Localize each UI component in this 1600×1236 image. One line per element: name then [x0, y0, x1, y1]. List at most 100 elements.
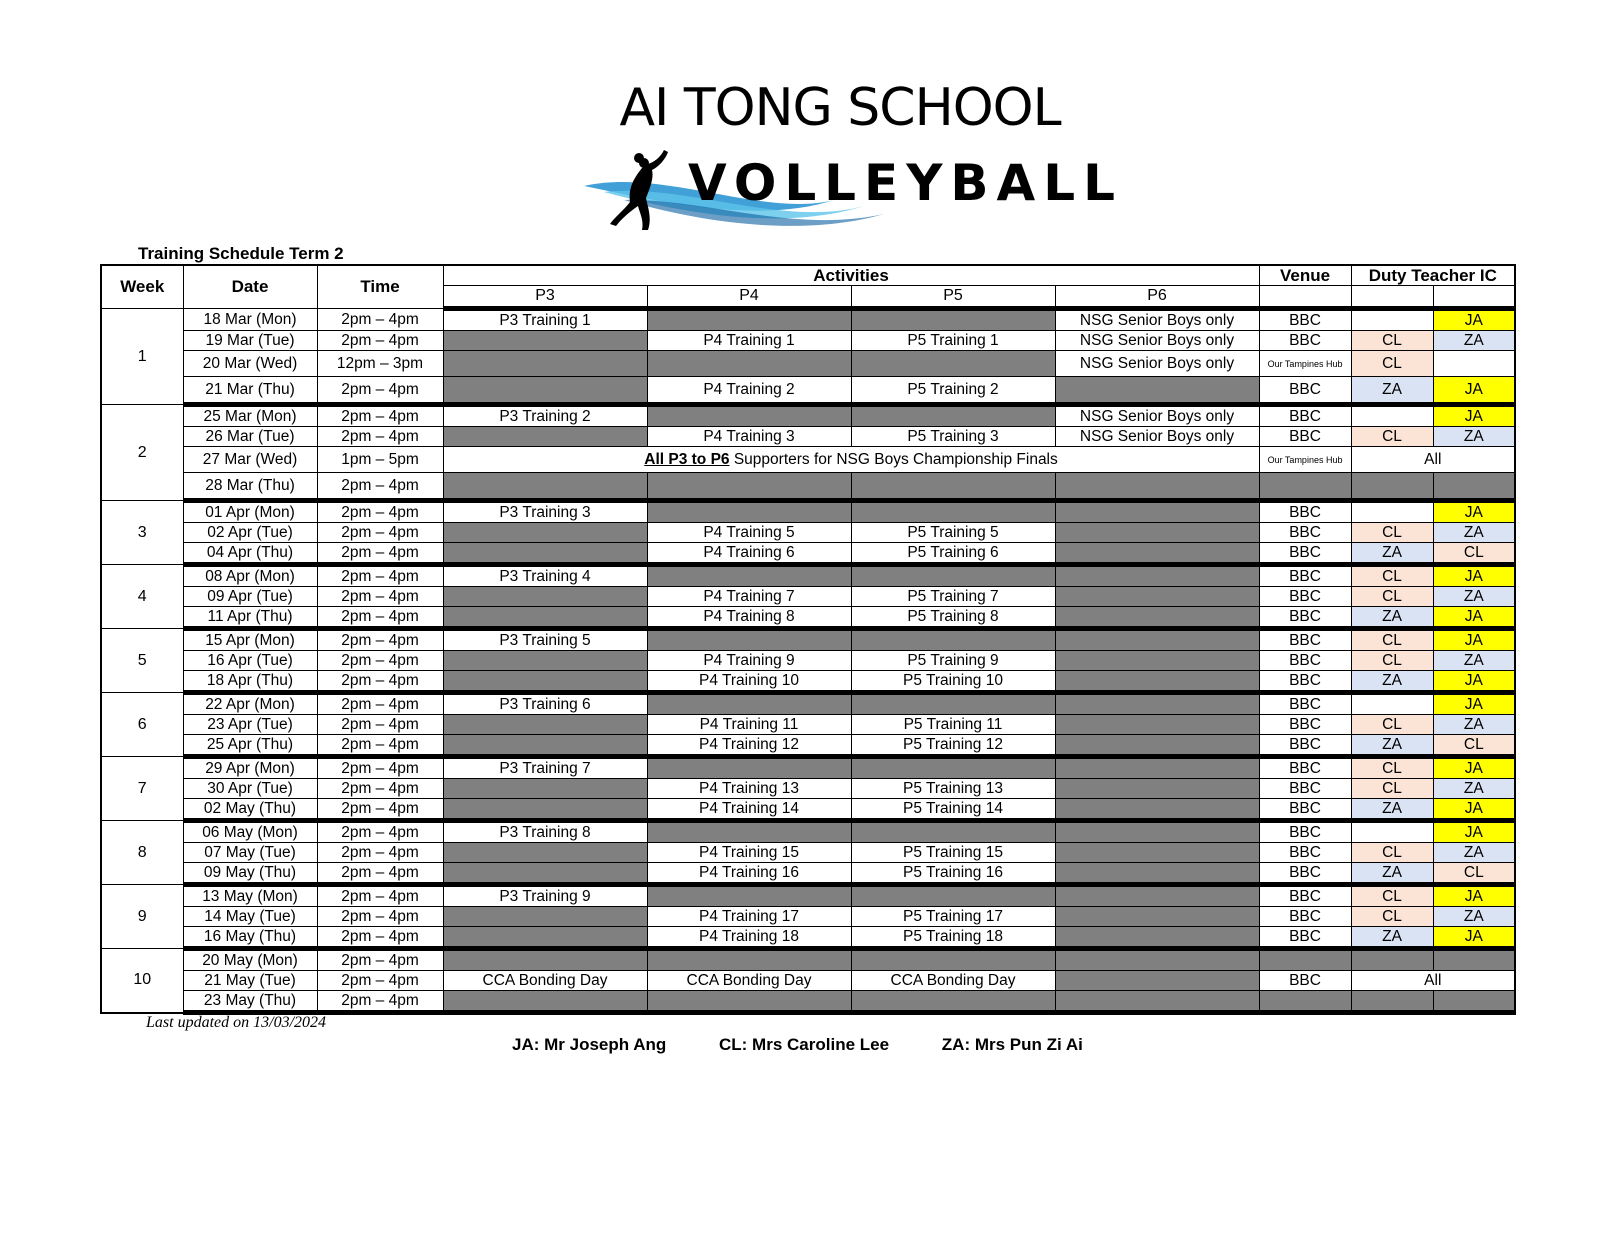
table-row: 4 08 Apr (Mon) 2pm – 4pm P3 Training 4 BBC CL… [100, 564, 1516, 629]
venue-cell: BBC [1258, 628, 1352, 651]
time-cell: 2pm – 4pm [316, 308, 444, 331]
p4-activity: P4 Training 7 [646, 586, 852, 607]
time-cell: 2pm – 4pm [316, 542, 444, 567]
date-cell: 18 Apr (Thu) [182, 670, 318, 695]
table-row: 9 13 May (Mon) 2pm – 4pm P3 Training 9 BBC CL… [100, 884, 1516, 949]
venue-cell: BBC [1258, 926, 1352, 951]
duty-teacher-cell [1350, 308, 1434, 331]
duty-teacher-cell: CL [1432, 734, 1516, 759]
date-cell: 11 Apr (Thu) [182, 606, 318, 631]
p4-activity: P4 Training 17 [646, 906, 852, 927]
p6-activity [1054, 820, 1260, 843]
duty-teacher-cell: ZA [1432, 330, 1516, 351]
time-cell: 2pm – 4pm [316, 970, 444, 991]
duty-teacher-cell: ZA [1350, 926, 1434, 951]
p6-activity [1054, 842, 1260, 863]
logo-text: VOLLEYBALL [688, 154, 1123, 212]
week-number: 3 [100, 500, 184, 565]
p5-activity [850, 564, 1056, 587]
duty-teacher-cell: ZA [1350, 670, 1434, 695]
duty-teacher-cell: ZA [1350, 606, 1434, 631]
teacher-legend: JA: Mr Joseph Ang CL: Mrs Caroline Lee Z… [512, 1035, 1131, 1055]
p6-activity [1054, 714, 1260, 735]
p3-activity [442, 862, 648, 887]
p5-activity: P5 Training 5 [850, 522, 1056, 543]
duty-teacher-cell: ZA [1432, 586, 1516, 607]
duty-teacher-cell: JA [1432, 820, 1516, 843]
school-title: AI TONG SCHOOL [619, 78, 1061, 138]
p3-activity: P3 Training 8 [442, 820, 648, 843]
week-number: 5 [100, 628, 184, 693]
duty-teacher-cell: CL [1350, 330, 1434, 351]
table-row: 6 22 Apr (Mon) 2pm – 4pm P3 Training 6 BBC JA [100, 692, 1516, 757]
table-row: 07 May (Tue) 2pm – 4pm P4 Training 15 P5 Tr… [101, 842, 1516, 863]
week-number: 2 [100, 404, 184, 501]
p5-activity: CCA Bonding Day [850, 970, 1056, 991]
p3-activity [442, 798, 648, 823]
duty-all-cell: All [1350, 970, 1516, 991]
p4-activity [646, 948, 852, 971]
p4-activity: P4 Training 10 [646, 670, 852, 695]
time-cell: 2pm – 4pm [316, 522, 444, 543]
date-cell: 01 Apr (Mon) [182, 500, 318, 523]
date-cell: 15 Apr (Mon) [182, 628, 318, 651]
date-cell: 16 Apr (Tue) [182, 650, 318, 671]
date-cell: 19 Mar (Tue) [182, 330, 318, 351]
duty-teacher-cell: JA [1432, 628, 1516, 651]
p3-activity: P3 Training 5 [442, 628, 648, 651]
p3-activity [442, 376, 648, 407]
venue-cell [1258, 990, 1352, 1015]
table-row: 16 May (Thu) 2pm – 4pm P4 Training 18 P5 Tr… [101, 926, 1516, 951]
date-cell: 25 Mar (Mon) [182, 404, 318, 427]
duty-teacher-cell: JA [1432, 670, 1516, 695]
p3-activity [442, 842, 648, 863]
time-cell: 2pm – 4pm [316, 926, 444, 951]
venue-cell: BBC [1258, 734, 1352, 759]
date-cell: 13 May (Mon) [182, 884, 318, 907]
p5-activity [850, 350, 1056, 377]
p4-activity: P4 Training 12 [646, 734, 852, 759]
duty-teacher-cell: JA [1432, 500, 1516, 523]
week-number: 9 [100, 884, 184, 949]
p6-activity [1054, 970, 1260, 991]
venue-cell: BBC [1258, 714, 1352, 735]
venue-cell [1258, 472, 1352, 503]
duty-teacher-cell: CL [1432, 542, 1516, 567]
duty-teacher-cell: JA [1432, 606, 1516, 631]
duty-teacher-cell [1350, 472, 1434, 503]
duty-teacher-cell: ZA [1432, 842, 1516, 863]
duty-teacher-cell: JA [1432, 756, 1516, 779]
p6-activity: NSG Senior Boys only [1054, 426, 1260, 447]
date-cell: 20 May (Mon) [182, 948, 318, 971]
p6-activity [1054, 948, 1260, 971]
p5-activity: P5 Training 10 [850, 670, 1056, 695]
p4-activity: P4 Training 1 [646, 330, 852, 351]
venue-cell: BBC [1258, 778, 1352, 799]
p6-activity [1054, 500, 1260, 523]
table-row: 14 May (Tue) 2pm – 4pm P4 Training 17 P5 Tr… [101, 906, 1516, 927]
p4-activity: CCA Bonding Day [646, 970, 852, 991]
p6-activity [1054, 376, 1260, 407]
p3-activity: P3 Training 1 [442, 308, 648, 331]
duty-teacher-cell: CL [1350, 714, 1434, 735]
p4-activity: P4 Training 5 [646, 522, 852, 543]
training-schedule-table: Week Date Time Activities Venue Duty Tea… [100, 264, 1517, 1015]
p3-activity [442, 650, 648, 671]
venue-cell: BBC [1258, 586, 1352, 607]
date-cell: 23 May (Thu) [182, 990, 318, 1015]
duty-teacher-cell [1350, 500, 1434, 523]
p4-activity [646, 472, 852, 503]
duty-teacher-cell [1432, 990, 1516, 1015]
venue-cell: BBC [1258, 842, 1352, 863]
p5-activity: P5 Training 12 [850, 734, 1056, 759]
p6-activity: NSG Senior Boys only [1054, 404, 1260, 427]
p4-activity [646, 564, 852, 587]
p6-activity [1054, 586, 1260, 607]
legend-cl: CL: Mrs Caroline Lee [719, 1035, 890, 1054]
p4-activity [646, 692, 852, 715]
p4-activity [646, 308, 852, 331]
p6-activity [1054, 472, 1260, 503]
header-duty-teacher: Duty Teacher IC [1350, 264, 1516, 286]
p6-activity [1054, 606, 1260, 631]
p4-activity [646, 756, 852, 779]
